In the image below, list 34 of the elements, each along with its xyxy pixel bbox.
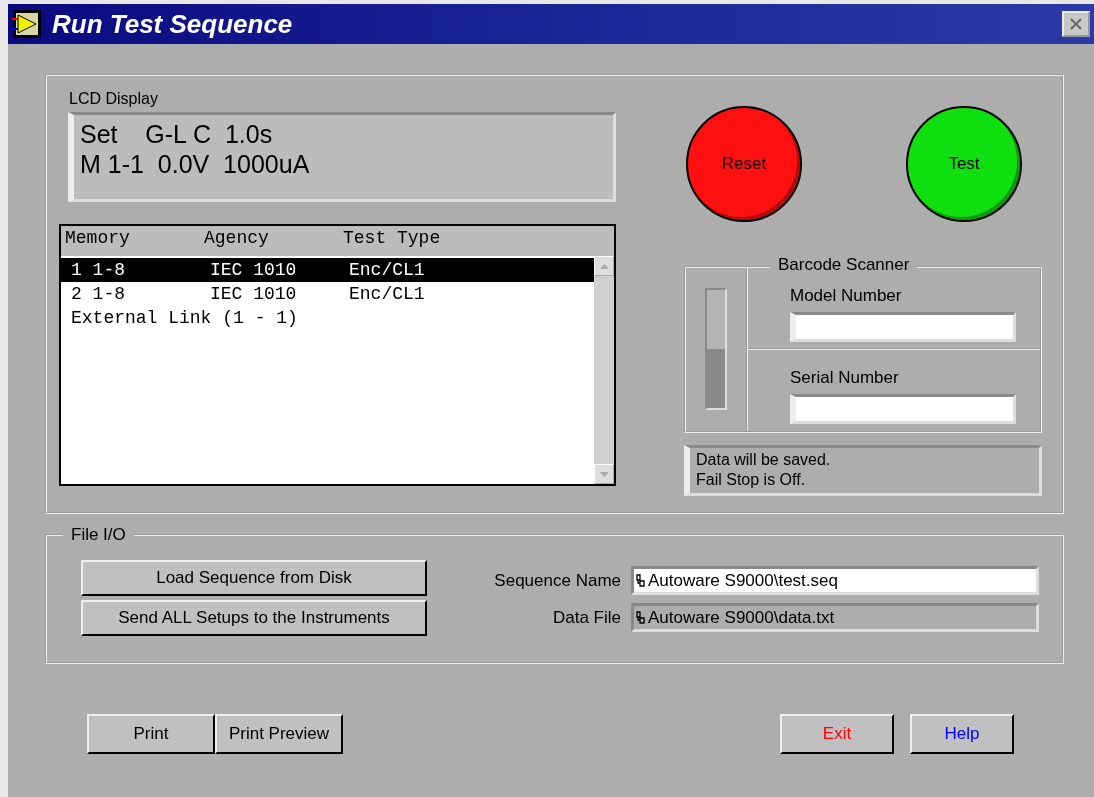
round-button[interactable]: Test xyxy=(906,106,1022,222)
scrollbar[interactable] xyxy=(594,256,614,484)
down-arrow-icon xyxy=(599,471,609,477)
column-header: Agency xyxy=(204,228,270,250)
list-row[interactable]: 1 1-8 IEC 1010 Enc/CL1 xyxy=(61,258,594,282)
input-field[interactable] xyxy=(790,394,1016,425)
up-arrow-icon xyxy=(599,263,609,269)
path-icon xyxy=(636,574,645,587)
field-label: Sequence Name xyxy=(493,570,621,591)
input-field[interactable] xyxy=(790,312,1016,342)
field-label: Data File xyxy=(551,607,621,628)
app-icon xyxy=(12,9,42,39)
path-icon xyxy=(636,611,645,624)
column-header: Memory xyxy=(65,228,131,250)
close-icon xyxy=(1069,17,1083,31)
list-row[interactable]: External Link (1 - 1) xyxy=(61,306,594,330)
lcd-line: M 1-1 0.0V 1000uA xyxy=(80,149,311,179)
path-field[interactable]: Autoware S9000\test.seq xyxy=(631,566,1039,595)
status-message: Data will be saved. Fail Stop is Off. xyxy=(684,444,1042,496)
field-label: Serial Number xyxy=(790,368,900,389)
footer-button[interactable]: Print Preview xyxy=(215,714,343,754)
field-label: Model Number xyxy=(790,286,903,306)
footer-button[interactable]: Help xyxy=(910,714,1014,754)
action-button[interactable]: Send ALL Setups to the Instruments xyxy=(81,600,427,636)
lcd-label: LCD Display xyxy=(69,90,159,108)
column-header: Test Type xyxy=(343,228,442,250)
window-title: Run Test Sequence xyxy=(52,8,293,40)
list-row[interactable]: 2 1-8 IEC 1010 Enc/CL1 xyxy=(61,282,594,306)
round-button[interactable]: Reset xyxy=(686,106,802,222)
close-button[interactable] xyxy=(1062,11,1090,37)
footer-button[interactable]: Print xyxy=(87,714,215,754)
sequence-list[interactable]: Memory Agency Test Type 1 1-8 IEC 1010 Enc/CL1 2 1-8 IEC 1010 Enc/CL1 External Link (1 - 1) xyxy=(59,224,616,486)
lcd-line: Set G-L C 1.0s xyxy=(80,119,274,149)
action-button[interactable]: Load Sequence from Disk xyxy=(81,560,427,596)
